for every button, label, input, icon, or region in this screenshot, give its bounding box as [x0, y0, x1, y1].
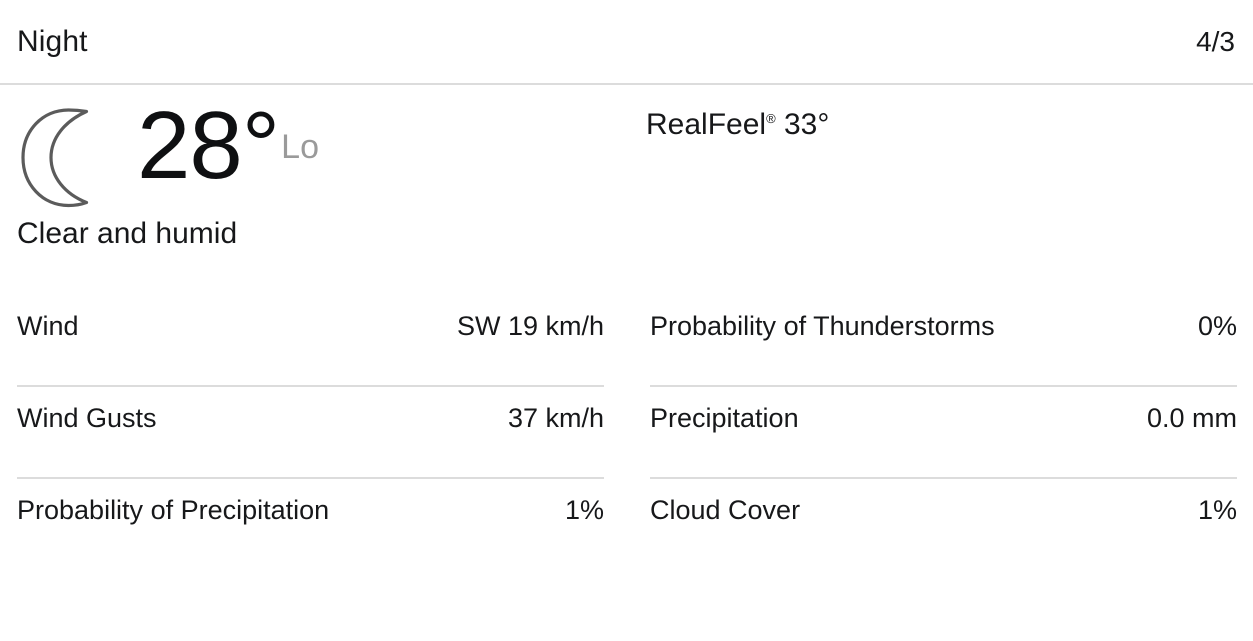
night-forecast-panel: Night 4/3 28° Lo RealFeel® 33° Clear and…	[0, 0, 1253, 641]
detail-value: 0.0 mm	[1146, 403, 1237, 433]
detail-label: Wind Gusts	[17, 403, 157, 433]
detail-label: Precipitation	[650, 403, 799, 433]
temperature-qualifier: Lo	[281, 128, 319, 167]
period-title: Night	[17, 24, 88, 58]
forecast-date: 4/3	[1196, 25, 1235, 57]
table-row: Wind SW 19 km/h	[17, 295, 604, 387]
weather-icon-wrap	[17, 85, 137, 215]
forecast-header: Night 4/3	[0, 0, 1253, 85]
temperature-block: 28° Lo	[137, 85, 319, 199]
table-row: Wind Gusts 37 km/h	[17, 387, 604, 479]
detail-label: Cloud Cover	[650, 495, 801, 525]
detail-value: 1%	[564, 495, 604, 525]
detail-value: SW 19 km/h	[456, 311, 604, 341]
details-grid: Wind SW 19 km/h Wind Gusts 37 km/h Proba…	[0, 295, 1253, 526]
realfeel-readout: RealFeel® 33°	[646, 107, 1235, 143]
temperature-value: 28°	[137, 92, 280, 199]
table-row: Probability of Thunderstorms 0%	[650, 295, 1237, 387]
realfeel-value: 33°	[784, 108, 830, 141]
details-column-left: Wind SW 19 km/h Wind Gusts 37 km/h Proba…	[17, 295, 604, 526]
summary-right-column: RealFeel® 33°	[646, 85, 1235, 143]
detail-value: 1%	[1197, 495, 1237, 525]
crescent-moon-icon	[21, 108, 89, 208]
condition-phrase: Clear and humid	[17, 217, 238, 250]
detail-label: Wind	[17, 311, 79, 341]
table-row: Precipitation 0.0 mm	[650, 387, 1237, 479]
detail-label: Probability of Precipitation	[17, 495, 330, 525]
detail-value: 37 km/h	[507, 403, 604, 433]
realfeel-trademark-icon: ®	[766, 111, 776, 126]
table-row: Cloud Cover 1%	[650, 479, 1237, 526]
detail-value: 0%	[1197, 311, 1237, 341]
summary-left-column: 28° Lo	[17, 85, 646, 215]
details-column-right: Probability of Thunderstorms 0% Precipit…	[650, 295, 1237, 526]
summary-section: 28° Lo RealFeel® 33°	[0, 85, 1253, 215]
table-row: Probability of Precipitation 1%	[17, 479, 604, 526]
realfeel-label: RealFeel	[646, 108, 767, 141]
detail-label: Probability of Thunderstorms	[650, 311, 995, 341]
